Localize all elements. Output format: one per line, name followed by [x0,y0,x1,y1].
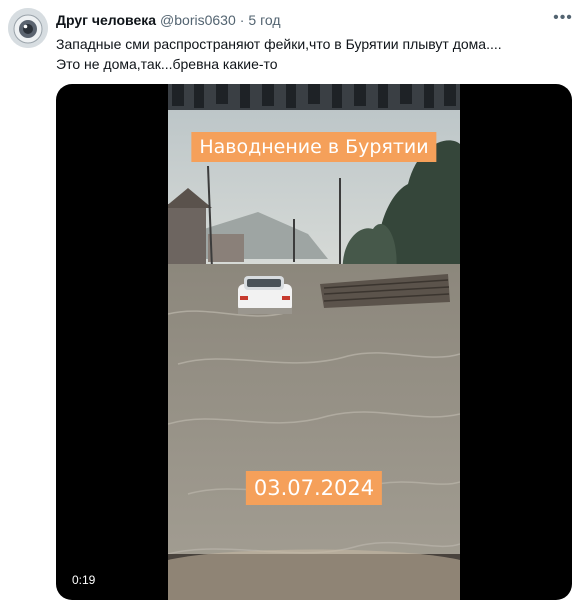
video-player[interactable]: Наводнение в Бурятии 03.07.2024 0:19 [56,84,572,600]
post-time[interactable]: 5 год [248,12,280,28]
video-duration: 0:19 [68,572,100,588]
separator-dot: · [239,12,245,28]
tweet-text-line: Это не дома,так...бревна какие-то [56,56,278,72]
more-options-button[interactable]: ••• [551,8,575,28]
tweet-card[interactable]: Друг человека @boris0630 · 5 год ••• Зап… [0,0,581,601]
avatar[interactable] [8,8,48,48]
author-handle[interactable]: @boris0630 [160,12,236,28]
ellipsis-icon: ••• [553,9,573,26]
author-name[interactable]: Друг человека [56,12,156,28]
video-overlay-date: 03.07.2024 [245,471,383,505]
avatar-image [8,8,48,48]
tweet-text: Западные сми распространяют фейки,что в … [56,34,569,74]
video-frame[interactable]: Наводнение в Бурятии 03.07.2024 [168,84,460,600]
tweet-text-line: Западные сми распространяют фейки,что в … [56,36,502,52]
video-overlay-title: Наводнение в Бурятии [191,132,437,162]
car [238,276,292,314]
tweet-header: Друг человека @boris0630 · 5 год [56,10,571,30]
